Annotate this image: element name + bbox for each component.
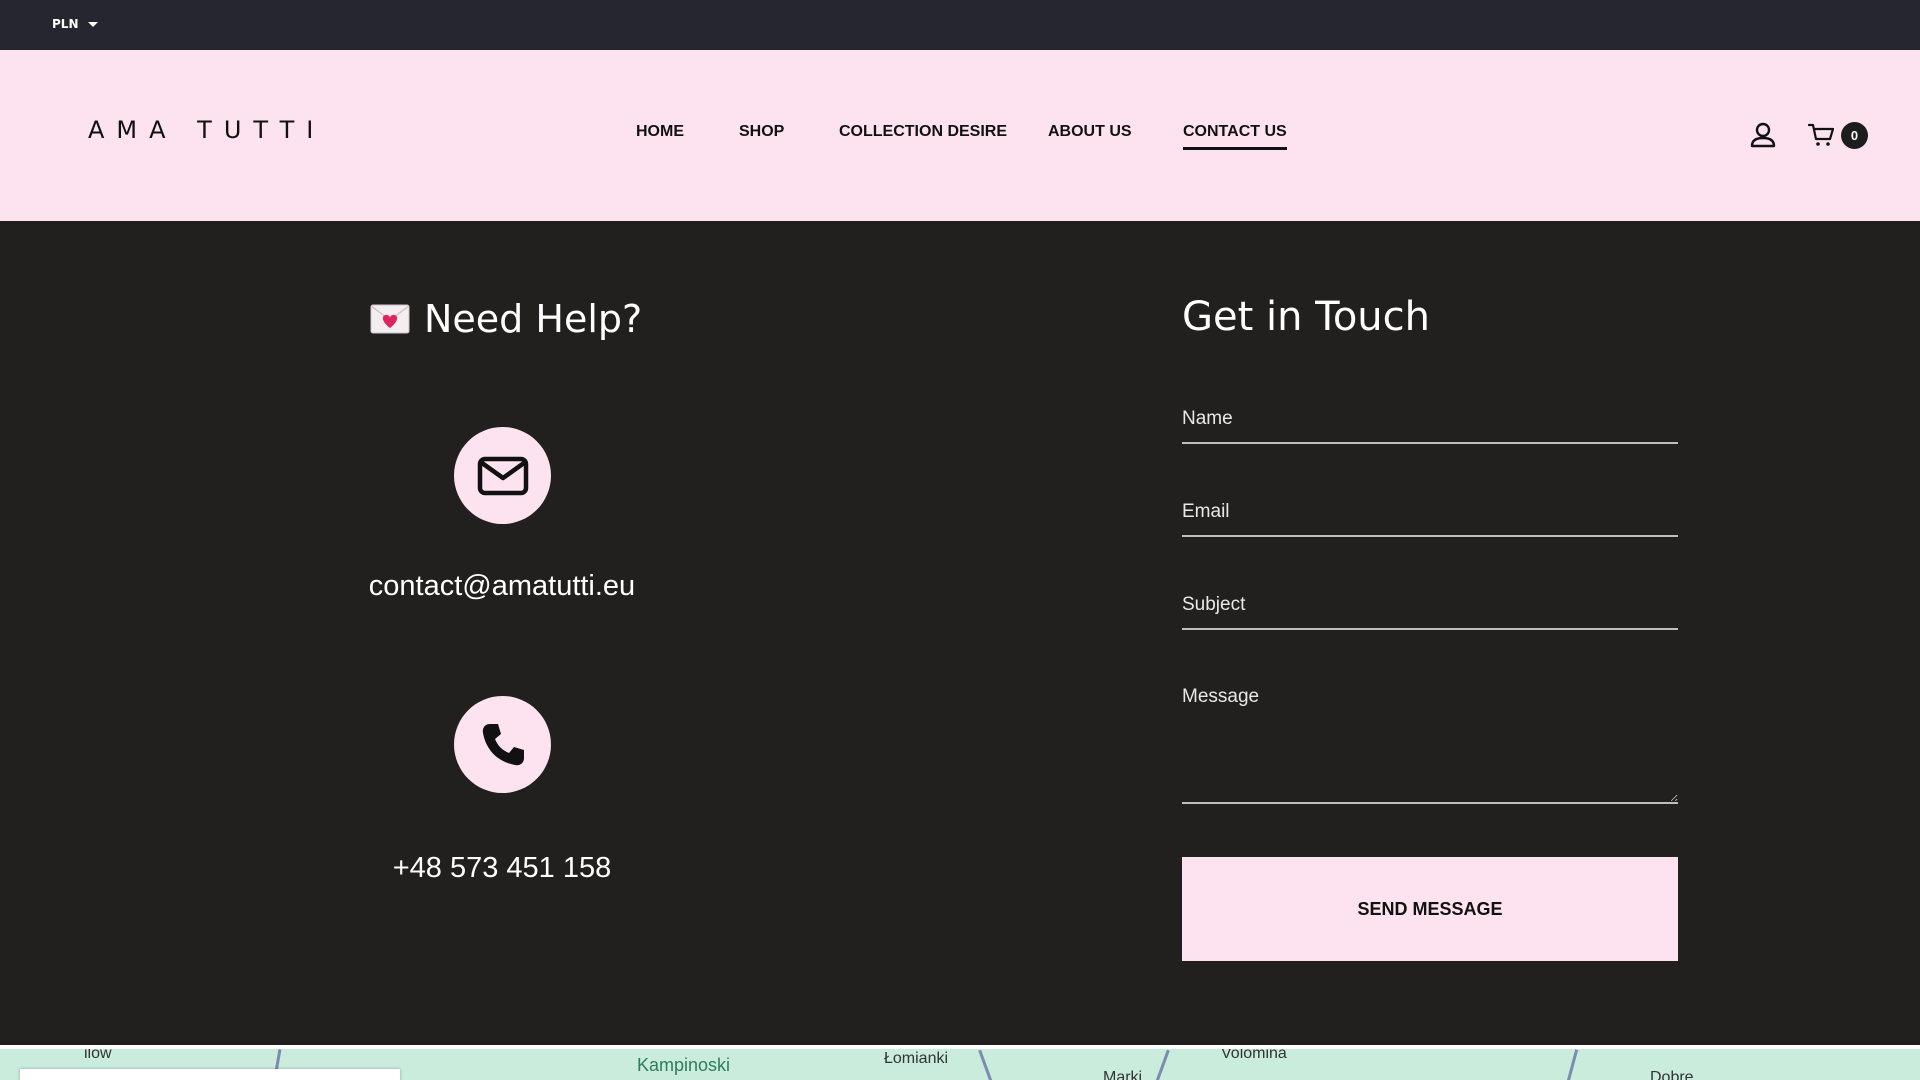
contact-email[interactable]: contact@amatutti.eu bbox=[202, 570, 802, 603]
message-textarea[interactable] bbox=[1182, 686, 1678, 804]
nav-shop[interactable]: SHOP bbox=[739, 123, 784, 141]
nav-contact-us[interactable]: CONTACT US bbox=[1183, 123, 1287, 150]
site-logo[interactable]: AMA TUTTI bbox=[88, 116, 325, 144]
cart-icon[interactable] bbox=[1808, 123, 1834, 147]
love-letter-icon bbox=[370, 304, 410, 334]
subject-field-wrapper bbox=[1182, 594, 1678, 630]
map-label: ilow bbox=[84, 1045, 112, 1062]
email-icon-circle bbox=[454, 427, 551, 524]
nav-about-us[interactable]: ABOUT US bbox=[1048, 123, 1132, 141]
email-field-wrapper bbox=[1182, 501, 1678, 537]
map-road bbox=[1564, 1049, 1579, 1080]
map-road bbox=[1153, 1049, 1170, 1080]
subject-input[interactable] bbox=[1182, 594, 1678, 630]
caret-down-icon bbox=[88, 22, 99, 27]
phone-icon-circle bbox=[454, 696, 551, 793]
account-icon[interactable] bbox=[1750, 122, 1776, 148]
email-input[interactable] bbox=[1182, 501, 1678, 537]
map-info-card[interactable] bbox=[20, 1069, 400, 1080]
need-help-heading: Need Help? bbox=[370, 297, 642, 341]
map-label: Dobre bbox=[1650, 1069, 1694, 1080]
top-bar: PLN bbox=[0, 0, 1920, 50]
phone-icon bbox=[482, 723, 524, 765]
name-input[interactable] bbox=[1182, 408, 1678, 444]
name-field-wrapper bbox=[1182, 408, 1678, 444]
envelope-icon bbox=[477, 456, 528, 495]
send-message-button[interactable]: SEND MESSAGE bbox=[1182, 857, 1678, 961]
nav-collection-desire[interactable]: COLLECTION DESIRE bbox=[839, 123, 1007, 141]
map-label: Łomianki bbox=[884, 1050, 949, 1067]
map-label: Volomina bbox=[1221, 1045, 1287, 1062]
map-road bbox=[978, 1049, 995, 1080]
site-header: AMA TUTTI HOME SHOP COLLECTION DESIRE AB… bbox=[0, 50, 1920, 221]
map-embed[interactable]: ilow Kampinoski Łomianki Volomina Marki … bbox=[0, 1045, 1920, 1080]
currency-selector[interactable]: PLN bbox=[52, 17, 99, 31]
message-field-wrapper bbox=[1182, 686, 1678, 808]
need-help-text: Need Help? bbox=[424, 297, 643, 341]
nav-home[interactable]: HOME bbox=[636, 123, 684, 141]
map-label: Marki bbox=[1103, 1069, 1143, 1080]
currency-label: PLN bbox=[52, 17, 79, 31]
contact-phone[interactable]: +48 573 451 158 bbox=[202, 852, 802, 885]
cart-count-badge[interactable]: 0 bbox=[1841, 122, 1868, 149]
get-in-touch-heading: Get in Touch bbox=[1182, 294, 1430, 340]
map-label: Kampinoski bbox=[637, 1055, 731, 1075]
